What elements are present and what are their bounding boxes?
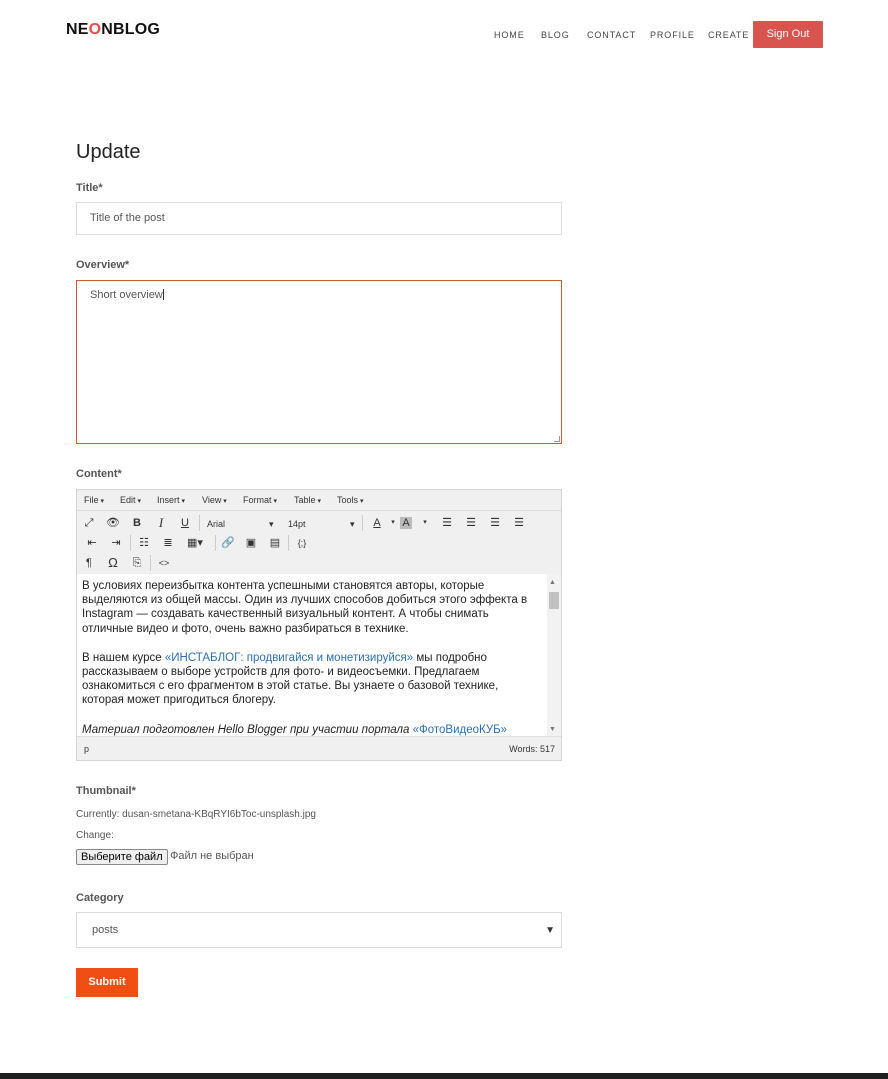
fullscreen-icon[interactable]: ⤢ <box>80 514 98 532</box>
site-logo[interactable]: NEONBLOG <box>66 21 160 39</box>
resize-handle[interactable] <box>554 436 560 442</box>
toolbar-divider <box>362 515 363 531</box>
course-link[interactable]: «ИНСТАБЛОГ: продвигайся и монетизируйся» <box>165 652 413 664</box>
align-center-icon[interactable]: ☰ <box>486 514 504 532</box>
category-label: Category <box>76 892 124 904</box>
menu-edit[interactable]: Edit <box>120 495 141 505</box>
indent-icon[interactable]: ⇥ <box>107 534 125 552</box>
menu-table[interactable]: Table <box>294 495 321 505</box>
italic-icon[interactable]: I <box>152 514 170 532</box>
toolbar-divider <box>130 535 131 551</box>
current-file-link[interactable]: dusan-smetana-KBqRYI6bToc-unsplash.jpg <box>122 809 316 820</box>
source-code-icon[interactable]: <> <box>155 554 173 572</box>
bullet-list-icon[interactable]: ☷ <box>135 534 153 552</box>
scroll-down-icon[interactable]: ▼ <box>549 726 556 733</box>
nav-profile[interactable]: PROFILE <box>650 30 695 40</box>
highlight-color-icon[interactable]: A <box>400 517 412 529</box>
overview-label: Overview* <box>76 259 130 271</box>
portal-link[interactable]: «ФотоВидеоКУБ» <box>413 724 508 736</box>
menu-view[interactable]: View <box>202 495 227 505</box>
bold-icon[interactable]: B <box>128 514 146 532</box>
footer <box>0 1073 888 1079</box>
toolbar-divider <box>199 515 200 531</box>
scroll-up-icon[interactable]: ▲ <box>549 579 556 586</box>
align-left-icon[interactable]: ☰ <box>438 514 456 532</box>
choose-file-button[interactable]: Выберите файл <box>76 849 168 865</box>
toolbar-divider <box>288 535 289 551</box>
editor-toolbar: ⤢ 👁 B I U Arial ▾ 14pt ▾ A ▾ A ▾ ☰ ☰ ☰ ☰ ⇤… <box>77 512 561 574</box>
font-size-select[interactable]: 14pt ▾ <box>288 519 355 529</box>
chevron-down-icon: ▼ <box>545 925 555 936</box>
font-family-select[interactable]: Arial ▾ <box>207 519 274 529</box>
preview-icon[interactable]: 👁 <box>104 514 122 532</box>
link-icon[interactable]: 🔗 <box>219 534 237 552</box>
nav-home[interactable]: HOME <box>494 30 525 40</box>
content-paragraph: В нашем курсе «ИНСТАБЛОГ: продвигайся и … <box>82 651 499 707</box>
rich-text-editor: File Edit Insert View Format Table Tools… <box>76 489 562 761</box>
scroll-thumb[interactable] <box>549 592 559 609</box>
image-icon[interactable]: ▣ <box>242 534 260 552</box>
overview-textarea[interactable]: Short overview <box>76 280 562 444</box>
thumbnail-label: Thumbnail* <box>76 785 136 797</box>
menu-format[interactable]: Format <box>243 495 277 505</box>
toolbar-divider <box>215 535 216 551</box>
element-path[interactable]: p <box>84 744 89 754</box>
title-input[interactable]: Title of the post <box>76 202 562 235</box>
submit-button[interactable]: Submit <box>76 968 138 997</box>
category-select[interactable]: posts ▼ <box>76 912 562 948</box>
content-label: Content* <box>76 468 122 480</box>
text-caret <box>162 289 164 300</box>
nav-contact[interactable]: CONTACT <box>587 30 636 40</box>
align-right-icon[interactable]: ☰ <box>462 514 480 532</box>
content-paragraph: В условиях переизбытка контента успешным… <box>82 580 528 635</box>
word-count: Words: 517 <box>509 744 555 754</box>
page-title: Update <box>76 141 141 163</box>
align-justify-icon[interactable]: ☰ <box>510 514 528 532</box>
numbered-list-icon[interactable]: ≣ <box>159 534 177 552</box>
media-icon[interactable]: ▤ <box>266 534 284 552</box>
nav-create[interactable]: CREATE <box>708 30 749 40</box>
file-status: Файл не выбран <box>170 850 254 862</box>
content-paragraph: Материал подготовлен Hello Blogger при у… <box>82 723 508 736</box>
chevron-down-icon[interactable]: ▾ <box>416 514 434 532</box>
menu-insert[interactable]: Insert <box>157 495 185 505</box>
overview-text: Short overview <box>90 289 163 301</box>
bookmark-icon[interactable]: ⎘ <box>128 554 146 572</box>
special-char-icon[interactable]: Ω <box>104 554 122 572</box>
nav-blog[interactable]: BLOG <box>541 30 570 40</box>
change-label: Change: <box>76 830 114 841</box>
editor-scrollbar[interactable]: ▲ ▼ <box>547 574 561 736</box>
outdent-icon[interactable]: ⇤ <box>83 534 101 552</box>
menu-file[interactable]: File <box>84 495 104 505</box>
table-icon[interactable]: ▦▾ <box>183 534 207 552</box>
current-file-line: Currently: dusan-smetana-KBqRYI6bToc-uns… <box>76 809 316 820</box>
menu-tools[interactable]: Tools <box>337 495 363 505</box>
underline-icon[interactable]: U <box>176 514 194 532</box>
editor-statusbar: p Words: 517 <box>77 736 561 760</box>
editor-content[interactable]: В условиях переизбытка контента успешным… <box>77 574 561 736</box>
code-sample-icon[interactable]: {;} <box>293 534 311 552</box>
sign-out-button[interactable]: Sign Out <box>753 21 823 48</box>
title-label: Title* <box>76 182 103 194</box>
paragraph-icon[interactable]: ¶ <box>80 554 98 572</box>
editor-menubar: File Edit Insert View Format Table Tools <box>77 490 561 511</box>
toolbar-divider <box>150 555 151 571</box>
